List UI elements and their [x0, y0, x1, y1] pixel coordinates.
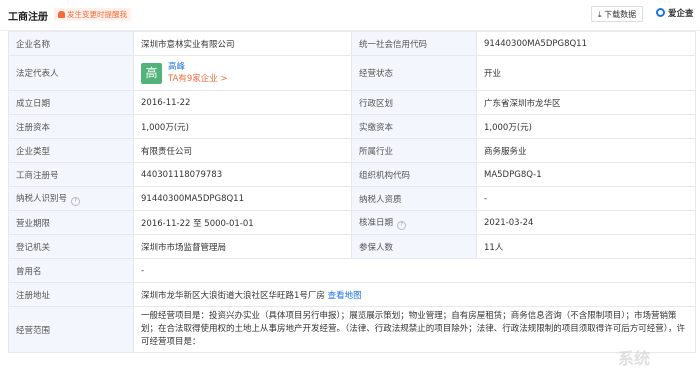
section-title: 工商注册: [8, 12, 48, 23]
reg-number-value: 440301118079783: [133, 162, 352, 187]
brand[interactable]: 爱企查: [656, 7, 693, 19]
term-key: 营业期限: [8, 210, 134, 235]
taxpayer-id-value: 91440300MA5DPG8Q11: [133, 186, 352, 211]
credit-code-key: 统一社会信用代码: [351, 31, 477, 56]
table-row: 成立日期 2016-11-22 行政区划 广东省深圳市龙华区: [8, 90, 696, 115]
region-key: 行政区划: [351, 90, 477, 115]
authority-value: 深圳市市场监督管理局: [133, 234, 352, 259]
industry-value: 商务服务业: [476, 138, 696, 163]
reg-number-key: 工商注册号: [8, 162, 134, 187]
taxpayer-id-label: 纳税人识别号: [16, 193, 68, 204]
table-row: 注册地址 深圳市龙华新区大浪街道大浪社区华旺路1号厂房 查看地图: [8, 282, 696, 307]
credit-code-value: 91440300MA5DPG8Q11: [476, 31, 696, 56]
table-row: 企业类型 有限责任公司 所属行业 商务服务业: [8, 138, 696, 163]
authority-key: 登记机关: [8, 234, 134, 259]
founded-value: 2016-11-22: [133, 90, 352, 115]
paid-capital-value: 1,000万(元): [476, 114, 696, 139]
former-name-value: -: [133, 258, 696, 283]
bell-icon: [58, 11, 65, 18]
company-type-key: 企业类型: [8, 138, 134, 163]
legal-rep-value: 高高峰 TA有9家企业 >: [133, 55, 352, 91]
download-label: 下载数据: [604, 10, 637, 19]
table-row: 曾用名 -: [8, 258, 696, 283]
taxpayer-id-key: 纳税人识别号: [8, 186, 134, 211]
region-value: 广东省深圳市龙华区: [476, 90, 696, 115]
approval-date-label: 核准日期: [359, 217, 394, 228]
insured-value: 11人: [476, 234, 696, 259]
company-type-value: 有限责任公司: [133, 138, 352, 163]
term-value: 2016-11-22 至 5000-01-01: [133, 210, 352, 235]
legal-rep-key: 法定代表人: [8, 55, 134, 91]
scope-value: 一般经营项目是：投资兴办实业（具体项目另行申报）；展览展示策划；物业管理；自有房…: [133, 306, 696, 353]
watermark: 系统: [618, 349, 651, 368]
status-key: 经营状态: [351, 55, 477, 91]
founded-key: 成立日期: [8, 90, 134, 115]
org-code-value: MA5DPG8Q-1: [476, 162, 696, 187]
address-key: 注册地址: [8, 282, 134, 307]
taxpayer-qual-key: 纳税人资质: [351, 186, 477, 211]
table-row: 工商注册号 440301118079783 组织机构代码 MA5DPG8Q-1: [8, 162, 696, 187]
company-name-key: 企业名称: [8, 31, 134, 56]
insured-key: 参保人数: [351, 234, 477, 259]
avatar: 高: [141, 62, 162, 84]
org-code-key: 组织机构代码: [351, 162, 477, 187]
status-value: 开业: [476, 55, 696, 91]
address-text: 深圳市龙华新区大浪街道大浪社区华旺路1号厂房: [141, 290, 325, 301]
former-name-key: 曾用名: [8, 258, 134, 283]
approval-date-key: 核准日期: [351, 210, 477, 235]
table-row: 登记机关 深圳市市场监督管理局 参保人数 11人: [8, 234, 696, 259]
brand-logo-icon: [656, 8, 665, 17]
download-button[interactable]: ⤓ 下载数据: [591, 6, 644, 22]
table-row: 注册资本 1,000万(元) 实缴资本 1,000万(元): [8, 114, 696, 139]
view-map-link[interactable]: 查看地图: [328, 291, 362, 301]
change-alert-button[interactable]: 发生变更时提醒我: [54, 8, 131, 21]
brand-label: 爱企查: [667, 9, 694, 19]
company-name-value: 深圳市意林实业有限公司: [133, 31, 352, 56]
section-header: 工商注册 发生变更时提醒我 ⤓ 下载数据 爱企查: [0, 0, 700, 31]
legal-rep-name-link[interactable]: 高峰: [168, 62, 185, 72]
table-row: 经营范围 一般经营项目是：投资兴办实业（具体项目另行申报）；展览展示策划；物业管…: [8, 306, 696, 353]
reg-capital-value: 1,000万(元): [133, 114, 352, 139]
table-row: 营业期限 2016-11-22 至 5000-01-01 核准日期 2021-0…: [8, 210, 696, 235]
change-alert-label: 发生变更时提醒我: [67, 10, 127, 19]
table-row: 纳税人识别号 91440300MA5DPG8Q11 纳税人资质 -: [8, 186, 696, 211]
table-row: 法定代表人 高高峰 TA有9家企业 > 经营状态 开业: [8, 55, 696, 91]
paid-capital-key: 实缴资本: [351, 114, 477, 139]
reg-capital-key: 注册资本: [8, 114, 134, 139]
address-value: 深圳市龙华新区大浪街道大浪社区华旺路1号厂房 查看地图: [133, 282, 696, 307]
industry-key: 所属行业: [351, 138, 477, 163]
help-icon[interactable]: [397, 220, 407, 230]
business-registration-table: 企业名称 深圳市意林实业有限公司 统一社会信用代码 91440300MA5DPG…: [8, 31, 696, 353]
help-icon[interactable]: [71, 196, 81, 206]
table-row: 企业名称 深圳市意林实业有限公司 统一社会信用代码 91440300MA5DPG…: [8, 31, 696, 56]
approval-date-value: 2021-03-24: [476, 210, 696, 235]
scope-key: 经营范围: [8, 306, 134, 353]
legal-rep-companies-link[interactable]: TA有9家企业 >: [168, 74, 228, 84]
taxpayer-qual-value: -: [476, 186, 696, 211]
